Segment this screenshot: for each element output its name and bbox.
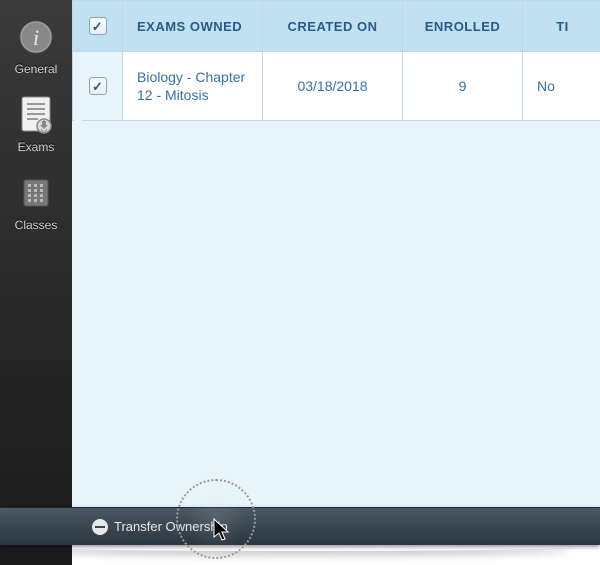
transfer-ownership-label: Transfer Ownership xyxy=(114,519,228,534)
cell-exam-name: Biology - Chapter 12 - Mitosis xyxy=(123,52,263,121)
sidebar-item-label: Classes xyxy=(15,218,58,232)
sidebar-item-exams[interactable]: Exams xyxy=(0,84,72,162)
header-last[interactable]: Ti xyxy=(523,1,600,52)
cell-last: No xyxy=(523,52,600,121)
minus-circle-icon xyxy=(92,519,108,535)
sidebar-item-label: General xyxy=(15,62,58,76)
sidebar: i General Exams xyxy=(0,0,72,565)
transfer-ownership-button[interactable]: Transfer Ownership xyxy=(92,519,228,535)
sidebar-item-classes[interactable]: Classes xyxy=(0,162,72,240)
cell-created-on: 03/18/2018 xyxy=(263,52,403,121)
header-enrolled[interactable]: Enrolled xyxy=(403,1,523,52)
exam-link[interactable]: Biology - Chapter 12 - Mitosis xyxy=(137,69,245,103)
exam-icon xyxy=(15,94,57,136)
header-checkbox-cell xyxy=(73,1,123,52)
sidebar-item-general[interactable]: i General xyxy=(0,6,72,84)
header-created-on[interactable]: Created On xyxy=(263,1,403,52)
info-icon: i xyxy=(15,16,57,58)
exams-table: Exams Owned Created On Enrolled Ti Biolo… xyxy=(72,0,600,121)
row-checkbox[interactable] xyxy=(89,77,107,95)
table-row[interactable]: Biology - Chapter 12 - Mitosis 03/18/201… xyxy=(73,52,600,121)
bottom-toolbar: Transfer Ownership xyxy=(0,507,600,545)
select-all-checkbox[interactable] xyxy=(89,17,107,35)
row-checkbox-cell xyxy=(73,52,123,121)
svg-text:i: i xyxy=(33,25,39,50)
header-exams-owned[interactable]: Exams Owned xyxy=(123,1,263,52)
main-panel: Exams Owned Created On Enrolled Ti Biolo… xyxy=(72,0,600,565)
cell-enrolled: 9 xyxy=(403,52,523,121)
page-bottom-edge xyxy=(0,545,600,565)
sidebar-item-label: Exams xyxy=(18,140,55,154)
building-icon xyxy=(15,172,57,214)
empty-area xyxy=(72,121,600,565)
